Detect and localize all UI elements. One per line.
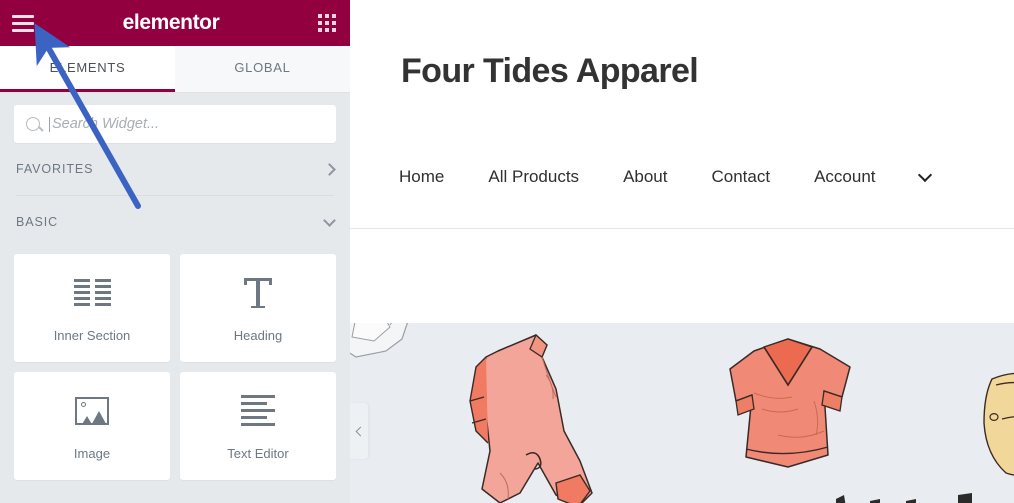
elementor-logo: elementor bbox=[122, 11, 220, 34]
chevron-left-icon bbox=[355, 426, 365, 436]
category-label: BASIC bbox=[16, 215, 59, 229]
garment-yellow-cap bbox=[983, 372, 1014, 476]
grid-dot bbox=[332, 28, 336, 32]
panel-collapse-handle[interactable] bbox=[350, 403, 368, 459]
grid-dot bbox=[325, 14, 329, 18]
category-favorites[interactable]: FAVORITES bbox=[0, 143, 350, 195]
category-label: FAVORITES bbox=[16, 162, 94, 176]
app-grid-icon[interactable] bbox=[304, 0, 350, 46]
garment-white-shirt bbox=[350, 323, 408, 358]
search-input[interactable] bbox=[52, 116, 324, 132]
image-icon bbox=[75, 392, 109, 430]
widget-label: Image bbox=[73, 445, 111, 461]
elementor-panel: elementor ELEMENTS GLOBAL Search Widget.… bbox=[0, 0, 350, 503]
nav-item-all-products[interactable]: All Products bbox=[488, 167, 579, 187]
search-icon bbox=[26, 117, 40, 131]
grid-dot bbox=[318, 21, 322, 25]
nav-item-home[interactable]: Home bbox=[399, 167, 444, 187]
tab-elements[interactable]: ELEMENTS bbox=[0, 46, 175, 92]
chevron-down-icon bbox=[323, 213, 336, 227]
widget-grid: Inner Section Heading Image Text Editor bbox=[0, 248, 350, 503]
tab-global[interactable]: GLOBAL bbox=[175, 46, 350, 92]
widget-text-editor[interactable]: Text Editor bbox=[180, 372, 336, 480]
apparel-pattern bbox=[350, 323, 1014, 503]
site-navigation: Home All Products About Contact Account bbox=[399, 167, 932, 187]
grid-dot bbox=[325, 21, 329, 25]
widget-label: Heading bbox=[233, 327, 283, 343]
category-basic[interactable]: BASIC bbox=[0, 196, 350, 248]
heading-icon bbox=[244, 274, 272, 312]
nav-item-contact[interactable]: Contact bbox=[712, 167, 771, 187]
chevron-down-icon[interactable] bbox=[917, 167, 932, 182]
garment-coral-tshirt bbox=[729, 338, 851, 468]
inner-section-icon bbox=[73, 274, 111, 312]
panel-tabs: ELEMENTS GLOBAL bbox=[0, 46, 350, 93]
grid-dot bbox=[332, 14, 336, 18]
grid-dot bbox=[332, 21, 336, 25]
nav-item-about[interactable]: About bbox=[623, 167, 667, 187]
text-editor-icon bbox=[241, 392, 275, 430]
grid-dots bbox=[318, 14, 336, 32]
widget-heading[interactable]: Heading bbox=[180, 254, 336, 362]
nav-item-account[interactable]: Account bbox=[814, 167, 875, 187]
panel-header: elementor bbox=[0, 0, 350, 46]
divider bbox=[350, 228, 1014, 229]
hamburger-bar bbox=[12, 14, 34, 18]
chevron-right-icon bbox=[323, 162, 336, 176]
grid-dot bbox=[325, 28, 329, 32]
grid-dot bbox=[318, 14, 322, 18]
search-widget-area bbox=[0, 93, 350, 143]
hero-apparel-illustration bbox=[350, 323, 1014, 503]
widget-inner-section[interactable]: Inner Section bbox=[14, 254, 170, 362]
hamburger-bar bbox=[12, 28, 34, 32]
garment-partial-bottom bbox=[836, 493, 972, 503]
site-preview-canvas: Four Tides Apparel Home All Products Abo… bbox=[350, 0, 1014, 503]
search-box[interactable] bbox=[14, 105, 336, 143]
text-cursor bbox=[49, 116, 50, 132]
garment-pink-shorts bbox=[469, 333, 593, 503]
hamburger-bar bbox=[12, 21, 34, 25]
grid-dot bbox=[318, 28, 322, 32]
page-title: Four Tides Apparel bbox=[401, 52, 699, 90]
elementor-editor: elementor ELEMENTS GLOBAL Search Widget.… bbox=[0, 0, 1014, 503]
widget-label: Text Editor bbox=[227, 445, 289, 461]
widget-image[interactable]: Image bbox=[14, 372, 170, 480]
widget-label: Inner Section bbox=[53, 327, 131, 343]
